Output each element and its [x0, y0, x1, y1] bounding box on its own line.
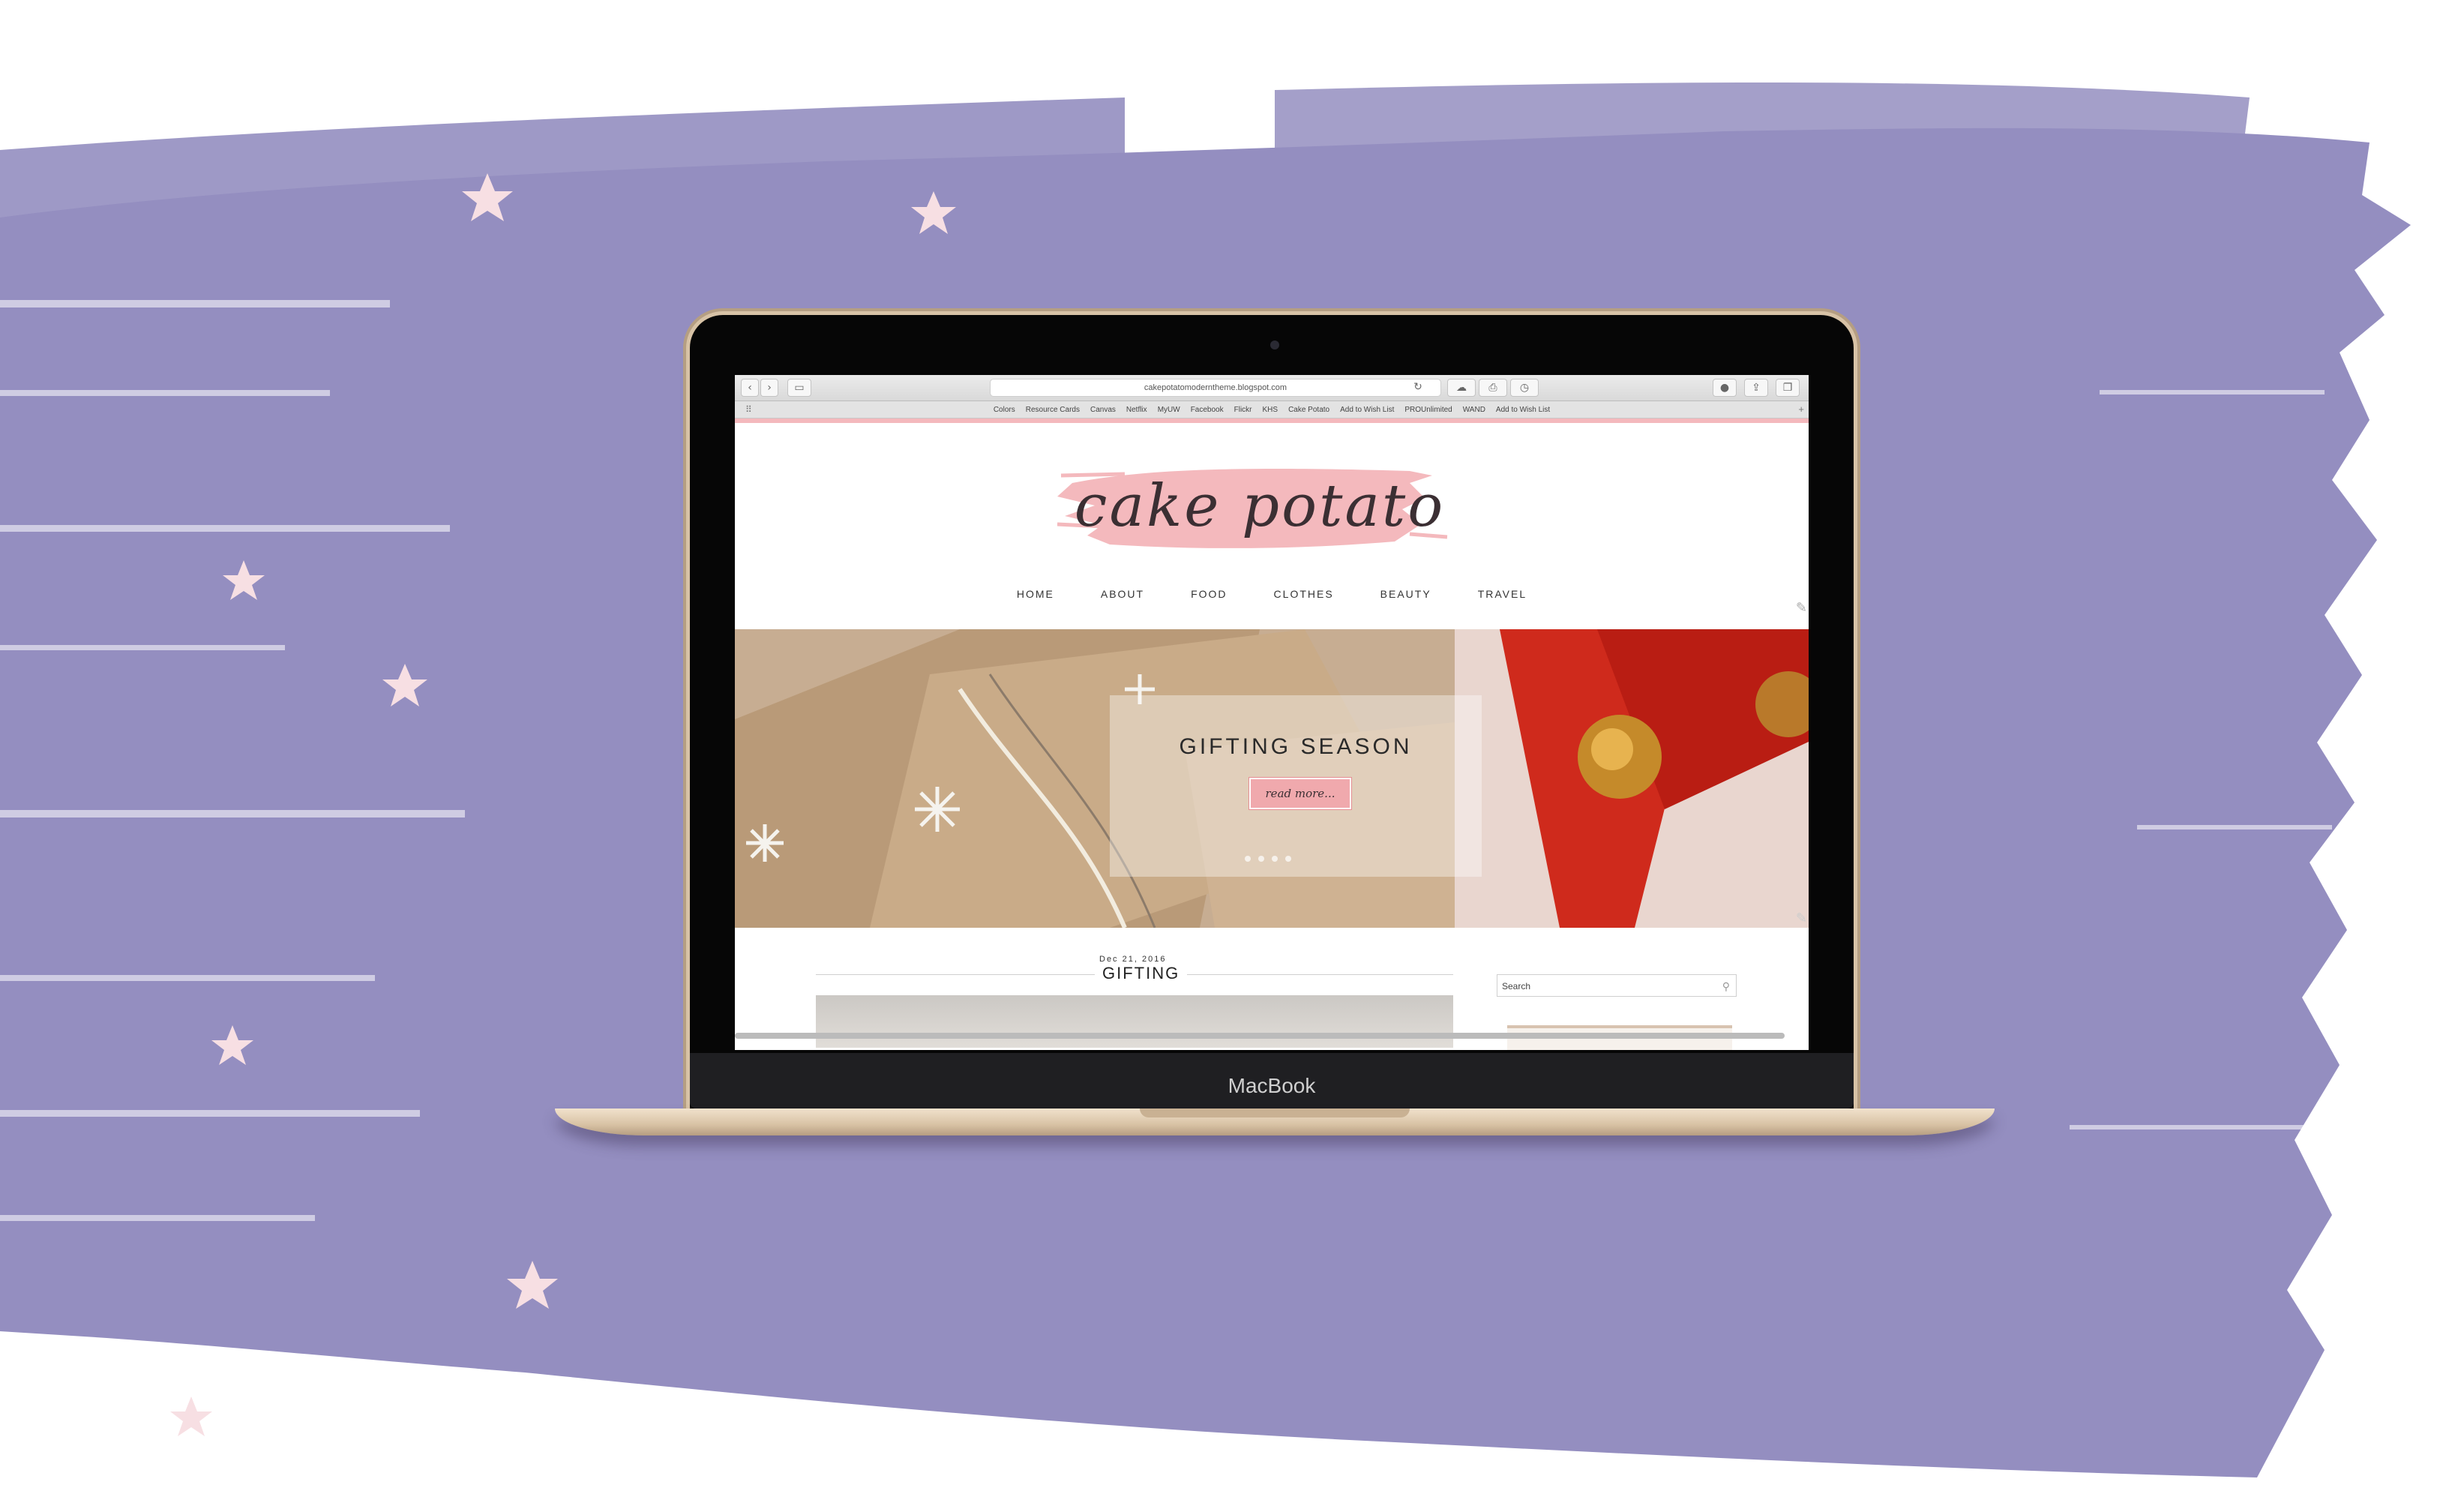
bookmark-item[interactable]: Resource Cards — [1026, 406, 1080, 414]
history-icon[interactable]: ◷ — [1510, 379, 1539, 397]
share-icon[interactable]: ⇪ — [1744, 379, 1768, 397]
post-area: Dec 21, 2016 GIFTING Search ⚲ — [735, 928, 1809, 1050]
post-image[interactable] — [816, 995, 1453, 1048]
bookmark-item[interactable]: Add to Wish List — [1496, 406, 1550, 414]
forward-icon[interactable]: › — [760, 379, 778, 397]
main-navigation: HOME ABOUT FOOD CLOTHES BEAUTY TRAVEL — [735, 588, 1809, 600]
star-icon — [170, 1396, 212, 1436]
horizontal-scrollbar[interactable] — [735, 1033, 1785, 1039]
download-icon[interactable]: ● — [1713, 379, 1737, 397]
post-date: Dec 21, 2016 — [1099, 955, 1167, 964]
cloud-icon[interactable]: ☁ — [1447, 379, 1476, 397]
bookmark-item[interactable]: PROUnlimited — [1404, 406, 1452, 414]
nav-item-about[interactable]: ABOUT — [1096, 588, 1149, 600]
back-icon[interactable]: ‹ — [741, 379, 759, 397]
slider-dot[interactable] — [1245, 856, 1251, 862]
nav-item-beauty[interactable]: BEAUTY — [1376, 588, 1436, 600]
slider-dots — [1245, 856, 1291, 862]
hero-slider: GIFTING SEASON read more... ✎ — [735, 629, 1809, 928]
read-more-button[interactable]: read more... — [1248, 777, 1352, 810]
nav-item-clothes[interactable]: CLOTHES — [1269, 588, 1338, 600]
bookmark-item[interactable]: MyUW — [1158, 406, 1180, 414]
bookmark-item[interactable]: Colors — [994, 406, 1015, 414]
slider-dot[interactable] — [1258, 856, 1264, 862]
laptop-base — [555, 1108, 1995, 1136]
tabs-icon[interactable]: ❐ — [1776, 379, 1800, 397]
bookmark-item[interactable]: Cake Potato — [1288, 406, 1329, 414]
bookmark-item[interactable]: Facebook — [1191, 406, 1224, 414]
browser-toolbar: ‹ › ▭ cakepotatomoderntheme.blogspot.com… — [735, 375, 1809, 401]
add-tab-icon[interactable]: + — [1798, 404, 1804, 415]
edit-icon[interactable]: ✎ — [1796, 600, 1807, 616]
laptop-notch — [1140, 1108, 1410, 1118]
site-header: cake potato HOME ABOUT FOOD CLOTHES BEAU… — [735, 423, 1809, 629]
nav-item-travel[interactable]: TRAVEL — [1473, 588, 1531, 600]
bookmark-item[interactable]: Flickr — [1234, 406, 1252, 414]
post-title[interactable]: GIFTING — [1095, 964, 1188, 983]
edit-icon[interactable]: ✎ — [1796, 910, 1807, 926]
logo-text: cake potato — [1074, 472, 1446, 540]
bookmark-item[interactable]: WAND — [1463, 406, 1485, 414]
slider-dot[interactable] — [1272, 856, 1278, 862]
camera-icon — [1270, 340, 1279, 350]
nav-item-home[interactable]: HOME — [1012, 588, 1059, 600]
laptop-lid: ‹ › ▭ cakepotatomoderntheme.blogspot.com… — [690, 315, 1854, 1108]
bookmark-item[interactable]: KHS — [1263, 406, 1278, 414]
hero-caption: GIFTING SEASON read more... — [1110, 695, 1482, 877]
bookmark-item[interactable]: Canvas — [1090, 406, 1116, 414]
nav-item-food[interactable]: FOOD — [1186, 588, 1231, 600]
hero-title: GIFTING SEASON — [1179, 734, 1413, 759]
print-icon[interactable]: ⎙ — [1479, 379, 1507, 397]
bookmark-item[interactable]: Add to Wish List — [1340, 406, 1394, 414]
browser-window: ‹ › ▭ cakepotatomoderntheme.blogspot.com… — [735, 375, 1809, 1050]
address-bar[interactable]: cakepotatomoderntheme.blogspot.com — [990, 379, 1441, 397]
bookmark-item[interactable]: Netflix — [1126, 406, 1147, 414]
device-label: MacBook — [1228, 1074, 1316, 1097]
slider-dot[interactable] — [1285, 856, 1291, 862]
search-input[interactable]: Search ⚲ — [1497, 974, 1737, 997]
sidebar-icon[interactable]: ▭ — [787, 379, 811, 397]
grid-icon[interactable]: ⠿ — [745, 404, 752, 415]
search-icon[interactable]: ⚲ — [1722, 975, 1730, 998]
bookmarks-bar: ⠿ Colors Resource Cards Canvas Netflix M… — [735, 401, 1809, 418]
site-logo[interactable]: cake potato — [1057, 453, 1462, 566]
search-placeholder: Search — [1502, 981, 1531, 992]
reload-icon[interactable]: ↻ — [1410, 379, 1426, 395]
